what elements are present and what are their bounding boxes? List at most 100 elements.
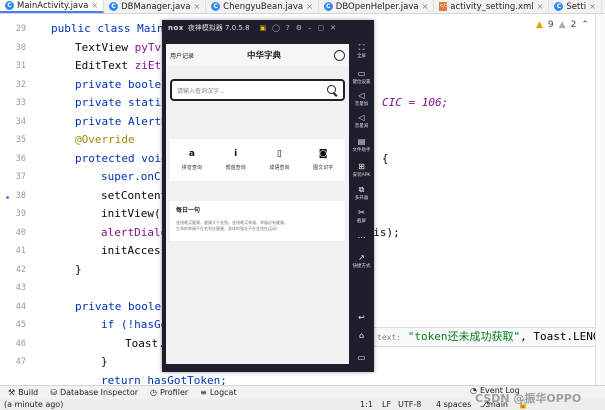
emulator-sidebar-button[interactable]: ◁ 音量减 [349,113,374,129]
code-line: initAccess [101,240,167,262]
sidebar-label: 音量加 [354,102,369,107]
user-records-link[interactable]: 用户记录 [170,51,194,60]
sidebar-icon: ↗ [358,253,365,262]
editor-tab-label: MainActivity.java [17,0,89,11]
editor-tab-label: activity_setting.xml [450,1,534,12]
phone-screen[interactable]: 用户记录 中华字典 请输入查询汉字... a 拼音查询 i 部首查询 ▯ 成语查询 ◙ 图文识… [166,44,349,364]
editor-tab[interactable]: </> activity_setting.xml × [434,0,550,13]
app-title: 中华字典 [247,51,282,61]
close-icon[interactable]: × [193,2,200,11]
search-input[interactable]: 请输入查询汉字... [177,86,225,95]
emulator-sidebar-button[interactable]: ▭ 键位设置 [349,69,374,85]
sidebar-icon: ⋯ [357,233,366,242]
pinyin-search-icon: a [188,149,195,159]
close-icon[interactable]: × [589,2,596,11]
logcat-icon: ≡ [200,388,207,397]
editor-tab[interactable]: C DBManager.java × [104,0,207,13]
emulator-sidebar-button[interactable]: ⛶ 全屏 [349,43,374,59]
emulator-sidebar-button[interactable]: ✂ 截屏 [349,208,374,224]
profiler-icon: ◷ [150,388,157,397]
line-separator[interactable]: LF [382,400,398,409]
java-class-icon: C [109,2,119,11]
user-icon[interactable]: ◯ [272,24,280,32]
editor-tab[interactable]: C DBOpenHelper.java × [319,0,435,13]
help-icon[interactable]: ? [286,24,290,32]
emulator-titlebar[interactable]: nox 夜神模拟器 7.0.5.8 ▣ ◯ ? ⚙ – ▢ ✕ [162,20,374,35]
gamepad-icon[interactable]: ▣ [260,24,267,32]
editor-tab-label: ChengyuBean.java [223,1,304,12]
tool-window-label: Logcat [209,388,237,397]
code-token: setContent [101,188,168,202]
daily-quote-text: 金钱难买健康，健康大于金钱，金钱难买幸福，幸福必有健康。 生命的幸福不在名利在健… [176,220,339,231]
close-icon[interactable]: ✕ [330,24,336,32]
idiom-search-icon: ▯ [276,149,282,159]
radical-search-button[interactable]: i 部首查询 [226,149,246,171]
pinyin-search-button[interactable]: a 拼音查询 [182,149,202,171]
editor-tab[interactable]: C Setti × [549,0,602,13]
emulator-sidebar-button[interactable]: ↗ 快捷方式 [349,253,374,269]
emulator-sidebar-button[interactable]: ↩ [349,313,374,323]
breakpoint-marker[interactable] [5,195,10,200]
java-class-icon: C [5,1,14,10]
emulator-sidebar-button[interactable]: ⋯ [349,233,374,243]
sidebar-label: 全屏 [357,54,366,59]
editor-tab[interactable]: C ChengyuBean.java × [206,0,319,13]
sidebar-icon: ⛶ [358,43,365,52]
nox-emulator-window[interactable]: nox 夜神模拟器 7.0.5.8 ▣ ◯ ? ⚙ – ▢ ✕ 用户记录 中华字… [162,20,374,372]
emulator-sidebar-button[interactable]: ⊞ 安装APK [349,162,374,178]
daily-quote-card: 每日一句 金钱难买健康，健康大于金钱，金钱难买幸福，幸福必有健康。 生命的幸福不… [170,201,345,241]
emulator-sidebar-button[interactable]: ⌂ [349,331,374,341]
maximize-icon[interactable]: ▢ [318,24,325,32]
code-token: if (!hasGo [101,318,168,331]
close-icon[interactable]: × [306,2,313,11]
search-icon[interactable] [327,84,338,96]
editor-scroll-strip[interactable] [595,14,605,385]
idiom-search-button[interactable]: ▯ 成语查询 [269,149,289,171]
sidebar-label: 快捷方式 [352,264,371,269]
sidebar-icon: ⧉ [358,185,365,194]
tool-window-label: Build [18,388,39,397]
sidebar-icon: ▤ [357,137,366,146]
tool-window-button[interactable]: ⛁ Database Inspector [50,388,138,397]
indent-setting[interactable]: 4 spaces [436,400,480,409]
search-box[interactable]: 请输入查询汉字... [170,79,345,101]
radical-search-icon: i [234,149,238,159]
daily-quote-line: 生命的幸福不在名利在健康，身体的强壮不在金钱在运动！ [176,225,280,231]
settings-icon[interactable]: ⚙ [296,24,302,32]
chevron-up-icon: ⌃ [581,20,589,30]
sidebar-icon: ◁ [358,91,365,100]
emulator-sidebar-button[interactable]: ◁ 音量加 [349,91,374,107]
caret-position[interactable]: 1:1 [360,400,382,409]
code-token: } [101,355,108,368]
emulator-sidebar-button[interactable]: ⧉ 多开器 [349,185,374,201]
sidebar-icon: ◁ [358,113,365,122]
minimize-icon[interactable]: – [308,24,312,32]
emulator-sidebar-button[interactable]: ▤ 文件助手 [349,137,374,153]
image-recognition-button[interactable]: ◙ 图文识字 [313,149,333,171]
tool-window-label: Database Inspector [59,388,138,397]
close-icon[interactable]: × [537,2,544,11]
code-token: EditText [75,59,135,72]
tool-window-button[interactable]: ◷ Profiler [150,388,188,397]
hint-prefix: text: [377,333,402,342]
editor-tab[interactable]: C MainActivity.java × [0,0,105,13]
sidebar-icon: ✂ [358,208,365,217]
tool-window-button[interactable]: ⚒ Build [8,388,38,397]
tool-window-button[interactable]: ≡ Logcat [200,388,236,397]
close-icon[interactable]: × [91,1,98,10]
hint-rest: , Toast.LENGTH_L [520,330,604,343]
code-token: private boolea [75,77,168,91]
nox-logo: nox [168,23,184,32]
close-icon[interactable]: × [422,2,429,11]
code-token: super.onCr [101,170,168,183]
code-token: private static [75,96,168,109]
weak-warning-count: 2 [570,20,577,30]
inspection-widget[interactable]: ▲ 9 ▲ 2 ⌃ [536,20,589,30]
database-icon: ⛁ [50,388,57,397]
app-header: 用户记录 中华字典 [166,44,349,66]
gear-icon[interactable] [334,49,345,61]
pinyin-search-label: 拼音查询 [181,165,202,171]
file-encoding[interactable]: UTF-8 [398,400,436,409]
emulator-sidebar-button[interactable]: ▭ [349,353,374,363]
code-token: TextView [75,40,135,54]
